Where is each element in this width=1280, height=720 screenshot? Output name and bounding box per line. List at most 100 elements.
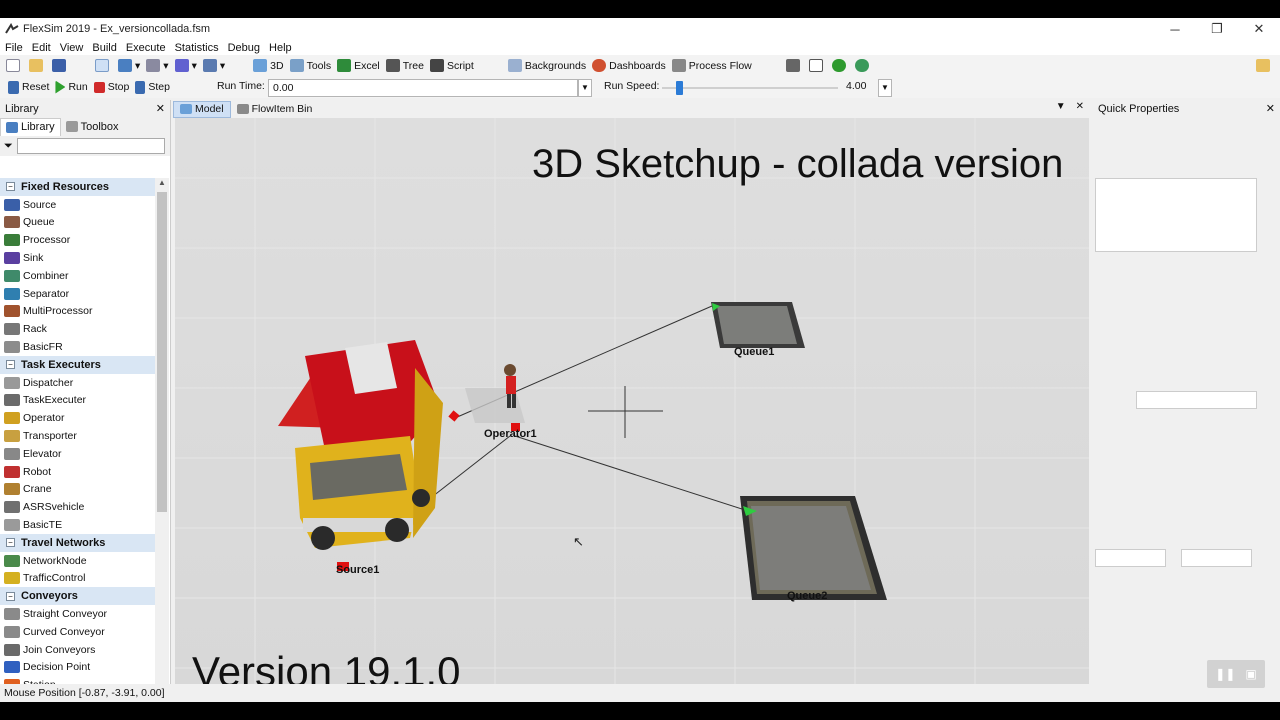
library-item[interactable]: MultiProcessor [0, 303, 155, 321]
library-close-icon[interactable]: ✕ [156, 102, 165, 115]
library-item[interactable]: Queue [0, 214, 155, 232]
library-item[interactable]: Combiner [0, 267, 155, 285]
stop-button[interactable]: Stop [91, 77, 133, 97]
tab-library[interactable]: Library [0, 117, 61, 136]
view-3d-button[interactable]: 3D [250, 56, 286, 76]
library-category[interactable]: − Fixed Resources [0, 178, 155, 196]
library-item[interactable]: Rack [0, 320, 155, 338]
library-item[interactable]: Dispatcher [0, 374, 155, 392]
tab-dropdown-icon[interactable]: ▼ [1056, 101, 1066, 112]
menu-execute[interactable]: Execute [121, 42, 170, 54]
process-flow-button[interactable]: Process Flow [669, 56, 755, 76]
run-time-input[interactable]: 0.00 [268, 79, 578, 97]
run-button[interactable]: Run [52, 77, 90, 97]
library-item[interactable]: Transporter [0, 427, 155, 445]
library-item[interactable]: Separator [0, 285, 155, 303]
color-mode-button[interactable]: ▾ [172, 56, 200, 76]
library-item[interactable]: BasicTE [0, 516, 155, 534]
backgrounds-icon [507, 59, 522, 72]
run-time-dropdown[interactable]: ▼ [578, 79, 592, 97]
window-title: FlexSim 2019 - Ex_versioncollada.fsm [23, 23, 211, 35]
collapse-icon[interactable]: − [6, 182, 15, 192]
select-mode-button[interactable] [92, 56, 115, 76]
tree-button[interactable]: Tree [383, 56, 427, 76]
library-item[interactable]: Decision Point [0, 659, 155, 677]
library-item[interactable]: Source [0, 196, 155, 214]
library-item[interactable]: Processor [0, 231, 155, 249]
run-speed-dropdown[interactable]: ▼ [878, 79, 892, 97]
library-item[interactable]: ASRSvehicle [0, 498, 155, 516]
menu-view[interactable]: View [55, 42, 88, 54]
collapse-icon[interactable]: − [6, 591, 15, 601]
sink-icon [4, 252, 20, 265]
library-item[interactable]: Operator [0, 409, 155, 427]
library-scrollbar[interactable]: ▲ ▼ [155, 178, 169, 695]
menu-build[interactable]: Build [87, 42, 120, 54]
pause-icon[interactable]: ❚❚ [1215, 667, 1235, 681]
queue1-object[interactable] [711, 302, 805, 348]
help-button[interactable] [829, 56, 852, 76]
tab-toolbox[interactable]: Toolbox [61, 118, 124, 136]
script-button[interactable]: Script [427, 56, 477, 76]
library-category[interactable]: − Travel Networks [0, 533, 155, 552]
open-model-button[interactable] [26, 56, 49, 76]
layout-button[interactable] [783, 56, 806, 76]
library-item[interactable]: Robot [0, 463, 155, 481]
script-icon [429, 59, 444, 72]
reset-button[interactable]: Reset [0, 77, 52, 97]
menu-file[interactable]: File [0, 42, 27, 54]
menu-help[interactable]: Help [264, 42, 296, 54]
restore-button[interactable]: ❐ [1196, 18, 1238, 40]
library-item[interactable]: TrafficControl [0, 570, 155, 588]
library-category[interactable]: − Task Executers [0, 355, 155, 374]
library-item[interactable]: Crane [0, 481, 155, 499]
picture-icon[interactable]: ▣ [1245, 667, 1256, 681]
minimize-button[interactable]: ─ [1154, 18, 1196, 40]
close-button[interactable]: ✕ [1238, 18, 1280, 40]
menu-debug[interactable]: Debug [223, 42, 264, 54]
dashboards-button[interactable]: Dashboards [589, 56, 669, 76]
tab-model[interactable]: Model [173, 100, 231, 118]
library-category[interactable]: − Conveyors [0, 587, 155, 606]
step-button[interactable]: Step [132, 77, 173, 97]
run-speed-slider-thumb[interactable] [676, 81, 683, 95]
library-item[interactable]: NetworkNode [0, 552, 155, 570]
library-item[interactable]: BasicFR [0, 338, 155, 356]
tab-close-icon[interactable]: ✕ [1076, 101, 1084, 112]
quick-properties-field-right[interactable] [1181, 549, 1252, 567]
online-button[interactable] [852, 56, 875, 76]
layout-icon [785, 59, 800, 72]
library-item[interactable]: Curved Conveyor [0, 623, 155, 641]
quick-properties-field[interactable] [1136, 391, 1257, 409]
quick-properties-field-left[interactable] [1095, 549, 1166, 567]
menu-edit[interactable]: Edit [27, 42, 55, 54]
object-mode-button[interactable]: ▾ [143, 56, 171, 76]
tree-label: Tree [402, 59, 424, 72]
collapse-icon[interactable]: − [6, 538, 15, 548]
backgrounds-button[interactable]: Backgrounds [505, 56, 589, 76]
save-model-button[interactable] [49, 56, 72, 76]
library-item[interactable]: Join Conveyors [0, 641, 155, 659]
connect-mode-button[interactable]: ▾ [115, 56, 143, 76]
video-overlay-controls[interactable]: ❚❚ ▣ [1207, 660, 1265, 688]
model-3d-view[interactable]: 3D Sketchup - collada version Version 19… [175, 118, 1089, 698]
library-search-input[interactable] [16, 138, 165, 154]
tab-flowitem-bin[interactable]: FlowItem Bin [231, 101, 319, 118]
library-title: Library [5, 102, 39, 115]
new-model-button[interactable] [0, 56, 26, 76]
library-item[interactable]: Elevator [0, 445, 155, 463]
scroll-up-icon[interactable]: ▲ [155, 178, 169, 190]
quick-properties-close-icon[interactable]: ✕ [1266, 102, 1275, 115]
scrollbar-thumb[interactable] [157, 192, 167, 512]
library-item[interactable]: Straight Conveyor [0, 605, 155, 623]
run-speed-slider-track[interactable] [662, 87, 838, 89]
open-folder-right-button[interactable] [1253, 56, 1276, 76]
window-button[interactable] [806, 56, 829, 76]
library-item[interactable]: TaskExecuter [0, 392, 155, 410]
library-item[interactable]: Sink [0, 249, 155, 267]
excel-button[interactable]: Excel [334, 56, 383, 76]
tools-button[interactable]: Tools [287, 56, 335, 76]
menu-statistics[interactable]: Statistics [170, 42, 223, 54]
collapse-icon[interactable]: − [6, 360, 15, 370]
view-options-button[interactable]: ▾ [200, 56, 228, 76]
